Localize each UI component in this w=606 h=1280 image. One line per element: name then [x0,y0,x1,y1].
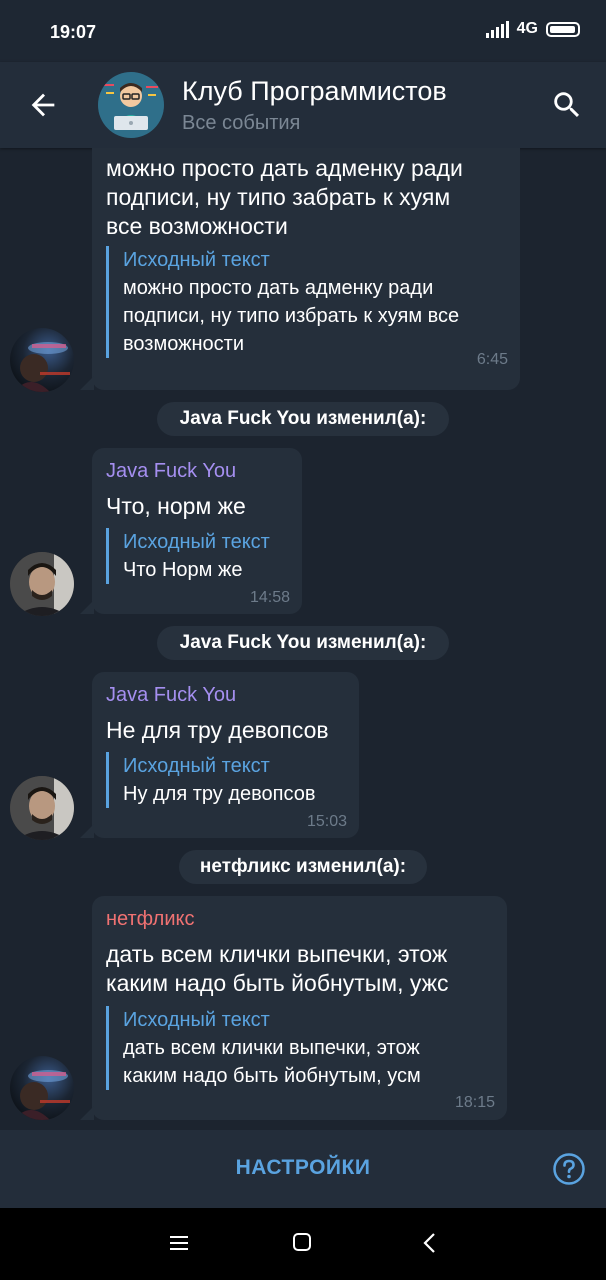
original-text-quote: Исходный текст дать всем клички выпечки,… [106,1006,421,1090]
message-bubble[interactable]: можно просто дать адменку ради подписи, … [92,148,520,390]
search-icon[interactable] [550,88,584,122]
sender-name[interactable]: Java Fuck You [106,460,236,483]
original-text-quote: Исходный текст можно просто дать адменку… [106,246,459,358]
message-time: 6:45 [476,351,508,368]
bottom-bar: НАСТРОЙКИ [0,1130,606,1208]
sender-avatar[interactable] [10,328,74,392]
service-message: нетфликс изменил(а): [179,850,427,884]
message-list[interactable]: можно просто дать адменку ради подписи, … [0,148,606,1130]
status-icons: 4G [485,20,580,38]
bubble-tail [80,376,94,390]
message-bubble[interactable]: Java Fuck You Что, норм же Исходный текс… [92,448,302,614]
chat-title[interactable]: Клуб Программистов [182,76,447,107]
message-time: 14:58 [249,589,290,606]
message-text: Что, норм же [106,493,246,519]
menu-icon[interactable] [170,1234,188,1252]
message-text: Не для тру девопсов [106,717,329,743]
message-bubble[interactable]: нетфликс дать всем клички выпечки, этож … [92,896,507,1120]
settings-button[interactable]: НАСТРОЙКИ [0,1156,606,1180]
service-message: Java Fuck You изменил(а): [157,626,449,660]
battery-icon [546,21,580,37]
service-message: Java Fuck You изменил(а): [157,402,449,436]
message-time: 18:15 [454,1094,495,1111]
system-nav-bar [0,1208,606,1280]
sender-avatar[interactable] [10,1056,74,1120]
back-arrow-icon[interactable] [26,88,60,122]
message-time: 15:03 [306,813,347,830]
chat-avatar[interactable] [98,72,164,138]
bubble-tail [80,600,94,614]
message-bubble[interactable]: Java Fuck You Не для тру девопсов Исходн… [92,672,359,838]
back-nav-icon[interactable] [420,1232,440,1254]
status-bar: 19:07 4G [0,0,606,62]
sender-name[interactable]: Java Fuck You [106,684,236,707]
chat-header: Клуб Программистов Все события [0,62,606,148]
network-type: 4G [516,20,538,37]
help-icon[interactable] [552,1152,586,1186]
original-text-quote: Исходный текст Что Норм же [106,528,270,584]
sender-avatar[interactable] [10,552,74,616]
bubble-tail [80,824,94,838]
original-text-quote: Исходный текст Ну для тру девопсов [106,752,315,808]
bubble-tail [80,1106,94,1120]
status-time: 19:07 [50,22,97,42]
home-icon[interactable] [292,1232,312,1252]
signal-icon [485,20,509,38]
message-text: можно просто дать адменку ради подписи, … [106,155,463,239]
sender-avatar[interactable] [10,776,74,840]
message-text: дать всем клички выпечки, этож каким над… [106,941,449,996]
sender-name[interactable]: нетфликс [106,908,195,931]
chat-subtitle: Все события [182,112,301,134]
